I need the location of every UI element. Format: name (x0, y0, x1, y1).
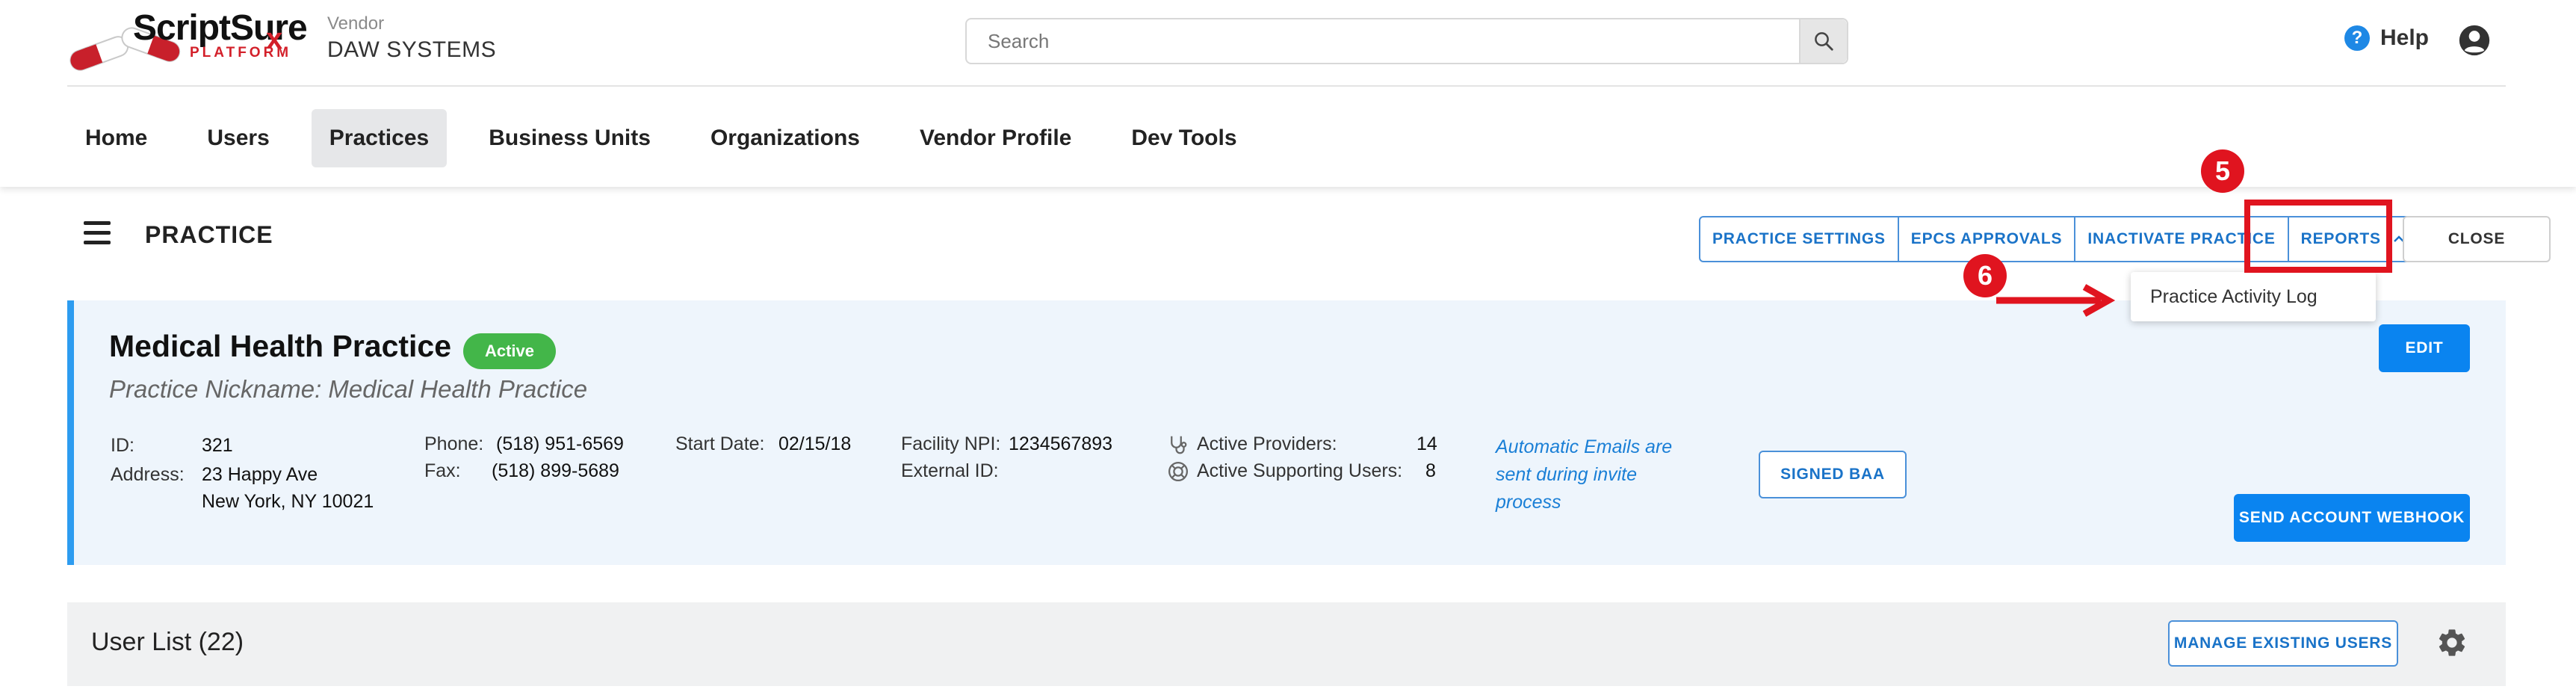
signed-baa-button[interactable]: SIGNED BAA (1759, 451, 1907, 498)
edit-button[interactable]: EDIT (2379, 324, 2470, 372)
address-line2: New York, NY 10021 (202, 491, 374, 512)
active-providers-label: Active Providers: (1197, 433, 1337, 454)
id-value: 321 (202, 435, 233, 456)
active-supporting-users-label: Active Supporting Users: (1197, 460, 1403, 481)
address-line1: 23 Happy Ave (202, 464, 318, 485)
facility-npi-value: 1234567893 (1009, 433, 1113, 454)
lifebuoy-icon (1168, 462, 1188, 481)
annotation-step-5: 5 (2201, 149, 2244, 193)
active-supporting-users-value: 8 (1425, 460, 1436, 481)
logo-platform-text: PLATFORM (190, 45, 292, 61)
nav-organizations[interactable]: Organizations (693, 109, 878, 167)
nav-home[interactable]: Home (67, 109, 165, 167)
search-icon (1815, 32, 1833, 51)
nav-dev-tools[interactable]: Dev Tools (1113, 109, 1254, 167)
practice-nickname: Practice Nickname: Medical Health Practi… (109, 375, 588, 403)
main-nav: Home Users Practices Business Units Orga… (67, 109, 1279, 167)
nav-users[interactable]: Users (189, 109, 287, 167)
vendor-name: DAW SYSTEMS (327, 37, 497, 62)
start-date-value: 02/15/18 (778, 433, 852, 454)
menu-item-practice-activity-log[interactable]: Practice Activity Log (2131, 286, 2318, 308)
active-providers-value: 14 (1417, 433, 1437, 454)
status-badge: Active (463, 333, 556, 369)
nav-vendor-profile[interactable]: Vendor Profile (902, 109, 1089, 167)
user-account-icon[interactable] (2458, 24, 2491, 57)
facility-npi-label: Facility NPI: (901, 433, 1001, 454)
annotation-arrow-icon (1996, 284, 2116, 317)
address-label: Address: (111, 464, 185, 485)
nav-practices[interactable]: Practices (311, 109, 448, 167)
external-id-label: External ID: (901, 460, 999, 481)
close-button[interactable]: CLOSE (2403, 216, 2551, 262)
header-divider (67, 85, 2506, 87)
phone-label: Phone: (424, 433, 484, 454)
help-link[interactable]: ? Help (2344, 25, 2429, 51)
send-account-webhook-button[interactable]: SEND ACCOUNT WEBHOOK (2234, 494, 2470, 542)
help-icon: ? (2344, 25, 2370, 51)
page-title: PRACTICE (145, 221, 273, 248)
practice-settings-button[interactable]: PRACTICE SETTINGS (1700, 217, 1899, 261)
manage-existing-users-button[interactable]: MANAGE EXISTING USERS (2168, 620, 2398, 667)
nav-business-units[interactable]: Business Units (471, 109, 669, 167)
phone-value: (518) 951-6569 (496, 433, 624, 454)
start-date-label: Start Date: (675, 433, 765, 454)
search-input[interactable] (968, 21, 1798, 61)
fax-label: Fax: (424, 460, 461, 481)
stethoscope-icon (1171, 436, 1187, 454)
search-button[interactable] (1799, 19, 1847, 63)
user-list-title: User List (22) (91, 628, 244, 656)
help-label: Help (2380, 25, 2430, 50)
top-header: ScriptSure x PLATFORM Vendor DAW SYSTEMS… (0, 0, 2576, 187)
vendor-label: Vendor (327, 13, 385, 34)
email-invite-note: Automatic Emails are sent during invite … (1496, 436, 1673, 513)
id-label: ID: (111, 435, 134, 456)
gear-icon[interactable] (2436, 626, 2468, 659)
hamburger-menu-icon[interactable] (84, 221, 111, 245)
fax-value: (518) 899-5689 (492, 460, 619, 481)
practice-name: Medical Health Practice (109, 329, 452, 363)
annotation-highlight-box (2244, 200, 2392, 273)
search-box (965, 18, 1848, 64)
reports-dropdown-menu: Practice Activity Log (2131, 272, 2376, 321)
user-list-header (67, 602, 2506, 686)
